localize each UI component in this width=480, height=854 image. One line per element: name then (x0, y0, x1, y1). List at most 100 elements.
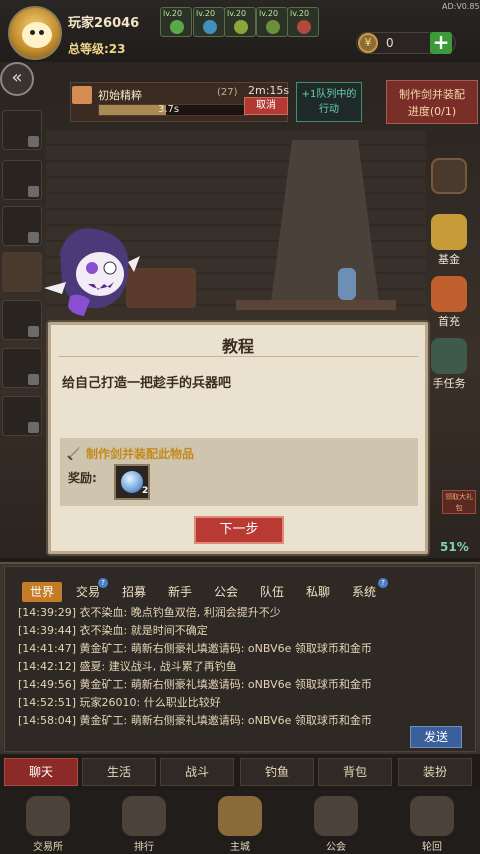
newbie-task-button[interactable]: 手任务 (424, 338, 474, 394)
nav-label: 公会 (326, 842, 346, 853)
queue-label-2: 行动 (319, 104, 339, 115)
craft-goal-button[interactable]: 制作剑并装配 进度(0/1) (386, 80, 478, 124)
fund-button[interactable]: 基金 (424, 214, 474, 270)
nav-label: 交易所 (33, 842, 63, 853)
sword-icon (67, 446, 80, 460)
chat-tab-newbie[interactable]: 新手 (162, 582, 198, 602)
tab-bag[interactable]: 背包 (318, 758, 392, 786)
lock-icon (28, 136, 39, 147)
queue-label-1: +1队列中的 (301, 89, 357, 100)
rail-herb[interactable] (2, 160, 42, 200)
chest-icon (431, 276, 467, 312)
tab-battle[interactable]: 战斗 (160, 758, 234, 786)
promo-badge[interactable]: 领取大礼包 (442, 490, 476, 514)
task-timer: 2m:15s (248, 84, 290, 97)
rail-potion[interactable] (2, 110, 42, 150)
lock-icon (28, 326, 39, 337)
grid-icon (431, 158, 467, 194)
skill-badge-5[interactable]: lv.20 (287, 7, 319, 37)
percent-label: 51% (440, 540, 469, 554)
send-button[interactable]: 发送 (410, 726, 462, 748)
chat-message: [14:39:29] 衣不染血: 晚点钓鱼双倍, 利润会提升不少 (18, 606, 281, 619)
rail-forge[interactable] (2, 252, 42, 292)
coin-value: 0 (386, 36, 394, 50)
chat-message: [14:52:51] 玩家26010: 什么职业比较好 (18, 696, 221, 709)
chat-message: [14:49:56] 黄金矿工: 萌新右侧豪礼填邀请码: oNBV6e 领取球币… (18, 678, 372, 691)
infinity-icon (410, 796, 454, 836)
nav-ranking[interactable]: 排行 (96, 792, 192, 854)
chat-message: [14:42:12] 盛夏: 建议战斗, 战斗累了再钓鱼 (18, 660, 237, 673)
lock-icon (28, 186, 39, 197)
tab-life[interactable]: 生活 (82, 758, 156, 786)
player-avatar[interactable] (8, 6, 62, 60)
version-label: AD:V0.85 (442, 2, 480, 11)
task-progress-fill (99, 105, 166, 115)
player-name: 玩家26046 (68, 16, 140, 31)
fund-label: 基金 (438, 253, 460, 266)
first-charge-label: 首充 (438, 315, 460, 328)
chat-message: [14:58:04] 黄金矿工: 萌新右侧豪礼填邀请码: oNBV6e 领取球币… (18, 714, 372, 727)
chat-message: [14:39:44] 衣不染血: 就是时间不确定 (18, 624, 208, 637)
total-level: 总等级:23 (68, 42, 126, 56)
chat-tab-team[interactable]: 队伍 (254, 582, 290, 602)
dialog-text: 给自己打造一把趁手的兵器吧 (62, 376, 232, 391)
tab-outfit[interactable]: 装扮 (398, 758, 472, 786)
forge-table (236, 300, 396, 310)
guild-icon (314, 796, 358, 836)
collapse-icon[interactable]: « (0, 62, 34, 96)
reward-label: 奖励: (68, 471, 97, 485)
notification-icon: ? (378, 578, 388, 588)
task-rate: 3.7s (158, 104, 180, 115)
dialog-divider (58, 356, 418, 357)
nav-main-city[interactable]: 主城 (192, 792, 288, 854)
task-name: 初始精粹 (98, 89, 142, 102)
gem-icon (121, 471, 143, 493)
nav-label: 主城 (230, 842, 250, 853)
tab-chat[interactable]: 聊天 (4, 758, 78, 786)
lock-icon (28, 374, 39, 385)
reward-quantity: 2 (142, 486, 149, 496)
potion-bottle-icon (338, 268, 356, 300)
nav-label: 排行 (134, 842, 154, 853)
nav-label: 轮回 (422, 842, 442, 853)
task-icon (72, 86, 92, 104)
task-count: (27) (217, 87, 238, 98)
skill-badge-2[interactable]: lv.20 (193, 7, 225, 37)
cancel-button[interactable]: 取消 (244, 97, 288, 115)
nav-guild[interactable]: 公会 (288, 792, 384, 854)
goal-line-2: 进度(0/1) (407, 105, 457, 118)
skill-badge-3[interactable]: lv.20 (224, 7, 256, 37)
skill-badge-1[interactable]: lv.20 (160, 7, 192, 37)
dialog-title: 教程 (221, 337, 254, 356)
chat-tab-guild[interactable]: 公会 (208, 582, 244, 602)
queue-button[interactable]: +1队列中的 行动 (296, 82, 362, 122)
chat-tab-recruit[interactable]: 招募 (116, 582, 152, 602)
nav-exchange[interactable]: 交易所 (0, 792, 96, 854)
scroll-icon (431, 338, 467, 374)
notification-icon: ? (98, 578, 108, 588)
first-charge-button[interactable]: 首充 (424, 276, 474, 332)
task-hint-label: 手任务 (432, 377, 466, 390)
lock-icon (28, 232, 39, 243)
chat-message: [14:41:47] 黄金矿工: 萌新右侧豪礼填邀请码: oNBV6e 领取球币… (18, 642, 372, 655)
dialog-task: 制作剑并装配此物品 (86, 447, 195, 461)
ranking-icon (122, 796, 166, 836)
castle-icon (218, 796, 262, 836)
exchange-icon (26, 796, 70, 836)
tab-fishing[interactable]: 钓鱼 (240, 758, 314, 786)
fund-icon (431, 214, 467, 250)
chat-tab-private[interactable]: 私聊 (300, 582, 336, 602)
rail-food[interactable] (2, 396, 42, 436)
coin-icon: ¥ (358, 33, 378, 53)
goal-line-1: 制作剑并装配 (399, 88, 465, 101)
next-step-button[interactable]: 下一步 (194, 516, 284, 544)
rail-pickaxe[interactable] (2, 206, 42, 246)
add-coin-button[interactable]: + (430, 32, 452, 54)
menu-grid-button[interactable] (424, 158, 474, 214)
skill-badge-4[interactable]: lv.20 (256, 7, 288, 37)
nav-reincarnation[interactable]: 轮回 (384, 792, 480, 854)
chat-tab-world[interactable]: 世界 (22, 582, 62, 602)
rail-net[interactable] (2, 348, 42, 388)
rail-sword[interactable] (2, 300, 42, 340)
chat-tab-system[interactable]: 系统 (346, 582, 382, 602)
